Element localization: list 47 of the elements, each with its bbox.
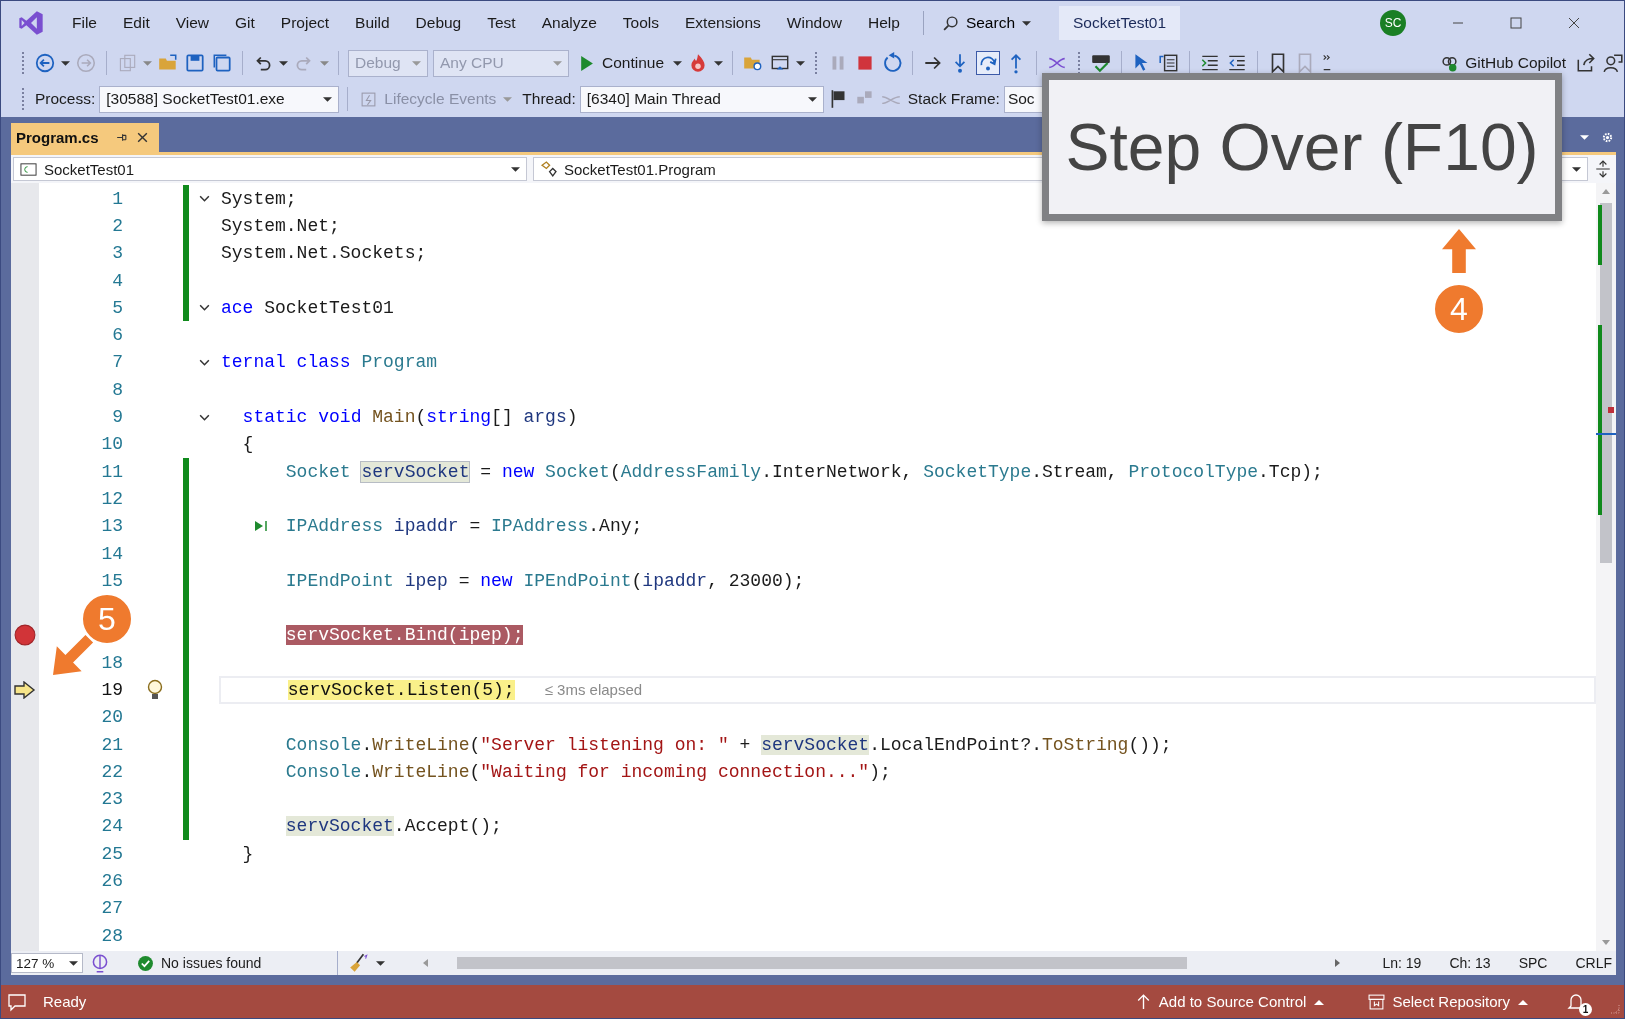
line-number: 23 bbox=[101, 789, 123, 810]
line-number: 3 bbox=[112, 243, 123, 264]
step-over-tooltip: Step Over (F10) bbox=[1042, 73, 1562, 221]
line-number: 8 bbox=[112, 379, 123, 400]
status-text: Ready bbox=[43, 993, 87, 1010]
line-number: 26 bbox=[101, 871, 123, 892]
notification-count: 1 bbox=[1579, 1002, 1592, 1016]
code-line: ternal class Program bbox=[221, 352, 438, 373]
process-label: Process: bbox=[35, 90, 96, 108]
code-line: static void Main(string[] args) bbox=[242, 407, 578, 427]
line-number: 12 bbox=[101, 488, 123, 509]
stack-frame-label: Stack Frame: bbox=[907, 90, 1000, 108]
elapsed-time-hint: ≤ 3ms elapsed bbox=[544, 681, 643, 699]
line-number: 4 bbox=[112, 270, 123, 291]
line-number: 6 bbox=[112, 325, 123, 346]
line-number: 15 bbox=[101, 570, 123, 591]
line-number: 10 bbox=[101, 434, 123, 455]
code-line: Socket servSocket = new Socket(AddressFamily.InterNetwork, SocketType.Stream, ProtocolType.Tcp); bbox=[285, 461, 1323, 482]
code-line: System; bbox=[221, 188, 297, 209]
code-line: Console.WriteLine("Server listening on: " + servSocket.LocalEndPoint?.ToString()); bbox=[285, 734, 1172, 755]
code-line: Console.WriteLine("Waiting for incoming connection..."); bbox=[285, 761, 891, 782]
line-number: 21 bbox=[101, 734, 123, 755]
line-number: 18 bbox=[101, 652, 123, 673]
code-line: IPAddress ipaddr = IPAddress.Any; bbox=[285, 516, 643, 537]
line-number: 14 bbox=[101, 543, 123, 564]
line-number: 22 bbox=[101, 761, 123, 782]
line-number: 25 bbox=[101, 843, 123, 864]
line-number: 2 bbox=[112, 215, 123, 236]
line-number: 5 bbox=[112, 297, 123, 318]
line-number: 19 bbox=[101, 680, 123, 700]
code-line: System.Net.Sockets; bbox=[221, 243, 427, 264]
thread-label: Thread: bbox=[522, 90, 576, 108]
line-number: 20 bbox=[101, 707, 123, 728]
code-line: } bbox=[242, 843, 254, 864]
line-number: 24 bbox=[101, 816, 123, 837]
line-number: 11 bbox=[101, 461, 123, 482]
code-line: ace SocketTest01 bbox=[221, 297, 394, 318]
code-line: { bbox=[242, 434, 254, 455]
line-number: 7 bbox=[112, 352, 123, 373]
line-number: 28 bbox=[101, 925, 123, 946]
solution-name: SocketTest01 bbox=[1059, 6, 1181, 40]
line-number: 13 bbox=[101, 516, 123, 537]
code-line: System.Net; bbox=[221, 215, 340, 236]
line-number: 9 bbox=[112, 407, 123, 427]
code-line: IPEndPoint ipep = new IPEndPoint(ipaddr, 23000); bbox=[285, 570, 805, 591]
line-number: 1 bbox=[112, 188, 123, 209]
line-number: 27 bbox=[101, 898, 123, 919]
